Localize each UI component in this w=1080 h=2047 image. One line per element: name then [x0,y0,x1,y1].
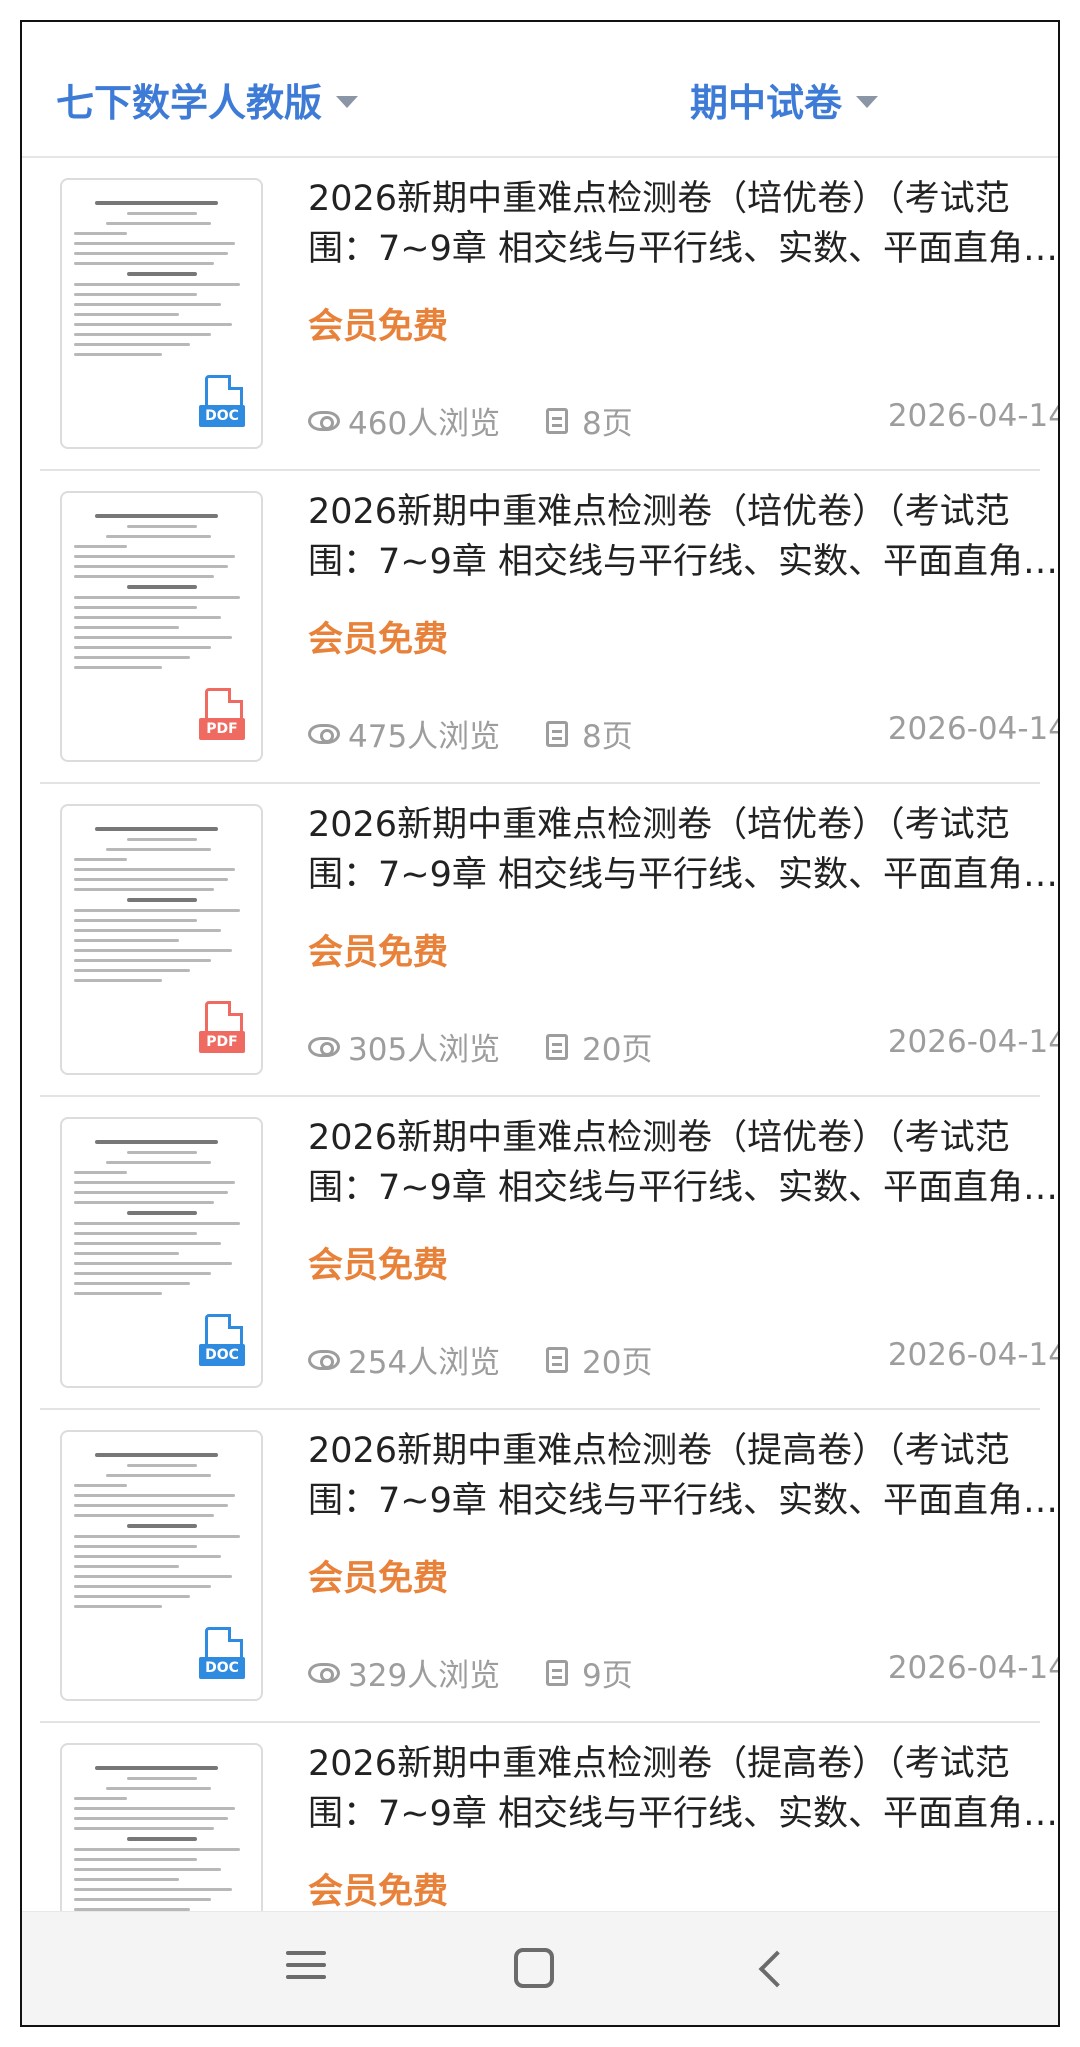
view-count: 305人浏览 [308,1024,500,1069]
page-count-text: 8页 [582,406,633,442]
document-title: 2026新期中重难点检测卷（培优卷）（考试范围：7~9章 相交线与平行线、实数、… [308,1118,1058,1208]
publish-date: 2026-04-14 [887,711,1058,747]
chevron-down-icon [856,95,879,108]
chevron-down-icon [336,95,359,108]
price-label: 会员免费 [308,620,449,660]
view-count-text: 305人浏览 [348,1032,501,1068]
file-type-badge: DOC [199,1314,245,1366]
list-item[interactable]: DOC 2026新期中重难点检测卷（培优卷）（考试范围：7~9章 相交线与平行线… [40,1097,1058,1410]
view-count-text: 475人浏览 [348,719,501,755]
app-frame: 七下数学人教版 期中试卷 DOC 2026新期中重难点检测卷（培优卷）（考试范围… [20,20,1060,2027]
eye-icon [308,410,340,431]
document-thumbnail: PDF [60,804,263,1075]
document-thumbnail: DOC [60,1430,263,1701]
document-thumbnail: DOC [60,1117,263,1388]
publish-date: 2026-04-14 [887,1650,1058,1686]
publish-date: 2026-04-14 [887,398,1058,434]
home-icon[interactable] [514,1944,564,1994]
eye-icon [308,1349,340,1370]
view-count-text: 329人浏览 [348,1658,501,1694]
file-type-badge: DOC [199,1627,245,1679]
page-count-text: 8页 [582,719,633,755]
document-meta: 460人浏览 8页 2026-04-14 [308,398,1058,442]
page-count: 8页 [546,398,633,443]
view-count: 329人浏览 [308,1650,500,1695]
document-meta: 475人浏览 8页 2026-04-14 [308,711,1058,755]
page-count-text: 20页 [582,1345,653,1381]
page-count: 20页 [546,1337,652,1382]
list-item[interactable]: DOC 2026新期中重难点检测卷（培优卷）（考试范围：7~9章 相交线与平行线… [40,158,1058,471]
price-label: 会员免费 [308,307,449,347]
file-type-label: PDF [199,718,245,740]
page-icon [546,1033,568,1060]
document-meta: 254人浏览 20页 2026-04-14 [308,1337,1058,1381]
publish-date: 2026-04-14 [887,1024,1058,1060]
page-count-text: 9页 [582,1658,633,1694]
menu-icon[interactable] [286,1944,336,1994]
page-icon [546,1659,568,1686]
page-count: 20页 [546,1024,652,1069]
type-filter-dropdown[interactable]: 期中试卷 [690,72,879,127]
view-count: 475人浏览 [308,711,500,756]
document-meta: 305人浏览 20页 2026-04-14 [308,1024,1058,1068]
publish-date: 2026-04-14 [887,1337,1058,1373]
price-label: 会员免费 [308,1246,449,1286]
grade-filter-label: 七下数学人教版 [56,81,323,125]
file-type-label: DOC [199,405,245,427]
back-icon[interactable] [750,1944,800,1994]
file-type-label: DOC [199,1657,245,1679]
eye-icon [308,1662,340,1683]
list-item[interactable]: DOC 2026新期中重难点检测卷（提高卷）（考试范围：7~9章 相交线与平行线… [40,1410,1058,1723]
page-count: 9页 [546,1650,633,1695]
document-title: 2026新期中重难点检测卷（提高卷）（考试范围：7~9章 相交线与平行线、实数、… [308,1744,1058,1834]
document-thumbnail [60,1743,263,1911]
view-count: 460人浏览 [308,398,500,443]
page-count: 8页 [546,711,633,756]
file-type-badge: PDF [199,688,245,740]
document-thumbnail: PDF [60,491,263,762]
eye-icon [308,723,340,744]
list-item[interactable]: 2026新期中重难点检测卷（提高卷）（考试范围：7~9章 相交线与平行线、实数、… [40,1723,1058,1911]
list-item[interactable]: PDF 2026新期中重难点检测卷（培优卷）（考试范围：7~9章 相交线与平行线… [40,784,1058,1097]
filter-bar: 七下数学人教版 期中试卷 [22,22,1058,158]
document-title: 2026新期中重难点检测卷（培优卷）（考试范围：7~9章 相交线与平行线、实数、… [308,492,1058,582]
file-type-badge: PDF [199,1001,245,1053]
page-icon [546,720,568,747]
system-nav-bar [22,1911,1058,2025]
price-label: 会员免费 [308,933,449,973]
document-thumbnail: DOC [60,178,263,449]
document-title: 2026新期中重难点检测卷（培优卷）（考试范围：7~9章 相交线与平行线、实数、… [308,805,1058,895]
page-icon [546,1346,568,1373]
view-count-text: 254人浏览 [348,1345,501,1381]
view-count-text: 460人浏览 [348,406,501,442]
type-filter-label: 期中试卷 [690,81,843,125]
document-list: DOC 2026新期中重难点检测卷（培优卷）（考试范围：7~9章 相交线与平行线… [22,158,1058,1911]
price-label: 会员免费 [308,1872,449,1911]
file-type-label: DOC [199,1344,245,1366]
document-title: 2026新期中重难点检测卷（培优卷）（考试范围：7~9章 相交线与平行线、实数、… [308,179,1058,269]
document-title: 2026新期中重难点检测卷（提高卷）（考试范围：7~9章 相交线与平行线、实数、… [308,1431,1058,1521]
page-count-text: 20页 [582,1032,653,1068]
eye-icon [308,1036,340,1057]
file-type-badge: DOC [199,375,245,427]
page-icon [546,407,568,434]
price-label: 会员免费 [308,1559,449,1599]
file-type-label: PDF [199,1031,245,1053]
view-count: 254人浏览 [308,1337,500,1382]
document-meta: 329人浏览 9页 2026-04-14 [308,1650,1058,1694]
grade-filter-dropdown[interactable]: 七下数学人教版 [56,72,359,127]
list-item[interactable]: PDF 2026新期中重难点检测卷（培优卷）（考试范围：7~9章 相交线与平行线… [40,471,1058,784]
